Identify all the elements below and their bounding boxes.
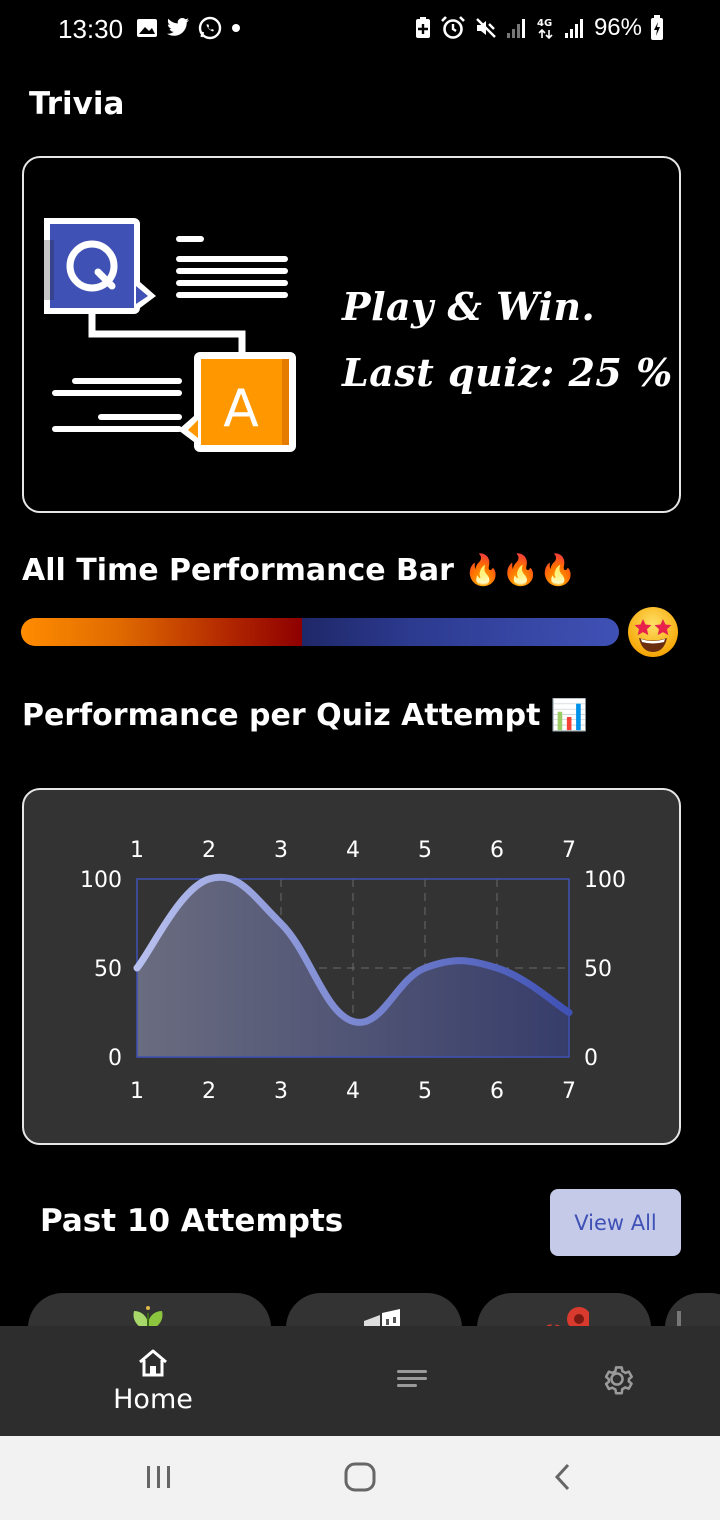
- chart-x-tick-label-top: 2: [202, 838, 216, 863]
- whatsapp-icon: [198, 16, 222, 40]
- view-all-button[interactable]: View All: [550, 1189, 681, 1256]
- 4g-icon: 4G: [536, 16, 556, 40]
- performance-chart-card: 1 1 2 2 3 3 4 4 5 5 6 6 7 7 0 0 50 50 100 100: [22, 788, 681, 1145]
- battery-percent: 96%: [593, 14, 642, 41]
- chart-x-tick-label-bottom: 1: [130, 1079, 144, 1104]
- app-title: Trivia: [29, 86, 125, 122]
- chart-y-tick-label-right: 100: [584, 868, 626, 893]
- chart-x-tick-label-bottom: 2: [202, 1079, 216, 1104]
- nav-home-label: Home: [113, 1383, 193, 1415]
- performance-bar: [21, 618, 619, 646]
- system-navigation: [0, 1436, 720, 1520]
- quiz-illustration-icon: A: [42, 210, 302, 464]
- back-icon[interactable]: [548, 1460, 578, 1498]
- chart-data-point: [495, 966, 499, 970]
- chart-x-tick-label-top: 3: [274, 838, 288, 863]
- home-circle-icon[interactable]: [343, 1460, 377, 1498]
- signal-icon: [564, 17, 586, 39]
- chart-x-tick-label-bottom: 3: [274, 1079, 288, 1104]
- past-attempts-heading: Past 10 Attempts: [40, 1203, 344, 1239]
- mute-icon: [474, 16, 498, 40]
- hero-line-play: Play & Win.: [342, 284, 596, 329]
- battery-saver-icon: [414, 16, 432, 40]
- nav-settings[interactable]: [567, 1326, 667, 1436]
- home-icon: [136, 1348, 170, 1382]
- status-bar: 13:30 4G 96%: [0, 0, 720, 58]
- chart-data-point: [351, 1019, 355, 1023]
- chart-y-tick-label-left: 50: [94, 957, 122, 982]
- chart-y-tick-label-right: 0: [584, 1046, 598, 1071]
- chart-y-tick-label-left: 100: [80, 868, 122, 893]
- performance-bar-heading: All Time Performance Bar 🔥🔥🔥: [22, 553, 577, 588]
- battery-charging-icon: [650, 15, 664, 41]
- chart-x-tick-label-top: 6: [490, 838, 504, 863]
- chart-x-tick-label-top: 1: [130, 838, 144, 863]
- chart-data-point: [207, 877, 211, 881]
- hero-card[interactable]: A Play & Win. Last quiz: 25 %: [22, 156, 681, 513]
- dot-icon: [230, 22, 242, 34]
- status-time: 13:30: [58, 14, 124, 44]
- chart-y-tick-label-left: 0: [108, 1046, 122, 1071]
- chart-x-tick-label-bottom: 6: [490, 1079, 504, 1104]
- menu-icon: [395, 1366, 429, 1396]
- chart-x-tick-label-bottom: 5: [418, 1079, 432, 1104]
- svg-text:A: A: [223, 379, 259, 439]
- signal-icon: [506, 17, 528, 39]
- chart-data-point: [279, 922, 283, 926]
- settings-icon: [598, 1360, 636, 1402]
- bottom-navigation: Home: [0, 1326, 720, 1436]
- alarm-icon: [440, 16, 466, 40]
- star-struck-emoji-icon: [626, 605, 680, 663]
- chart-x-tick-label-bottom: 7: [562, 1079, 576, 1104]
- recent-apps-icon[interactable]: [144, 1460, 174, 1498]
- performance-chart-heading: Performance per Quiz Attempt 📊: [22, 698, 589, 733]
- chart-x-tick-label-top: 7: [562, 838, 576, 863]
- chart-data-point: [135, 966, 139, 970]
- hero-text: Play & Win. Last quiz: 25 %: [342, 274, 673, 406]
- status-right-icons: 4G 96%: [414, 14, 664, 42]
- image-icon: [136, 17, 158, 39]
- status-left-icons: [136, 16, 242, 40]
- twitter-icon: [166, 17, 190, 39]
- chart-x-tick-label-top: 4: [346, 838, 360, 863]
- svg-text:4G: 4G: [537, 18, 552, 29]
- chart-x-tick-label-bottom: 4: [346, 1079, 360, 1104]
- nav-menu[interactable]: [362, 1326, 462, 1436]
- chart-data-point: [567, 1011, 571, 1015]
- chart-x-tick-label-top: 5: [418, 838, 432, 863]
- performance-chart: 112233445566770 050 50100 100: [80, 838, 626, 1104]
- chart-data-point: [423, 966, 427, 970]
- hero-line-last-quiz: Last quiz: 25 %: [342, 350, 673, 395]
- nav-home[interactable]: Home: [93, 1326, 213, 1436]
- performance-bar-fill: [21, 618, 303, 646]
- chart-y-tick-label-right: 50: [584, 957, 612, 982]
